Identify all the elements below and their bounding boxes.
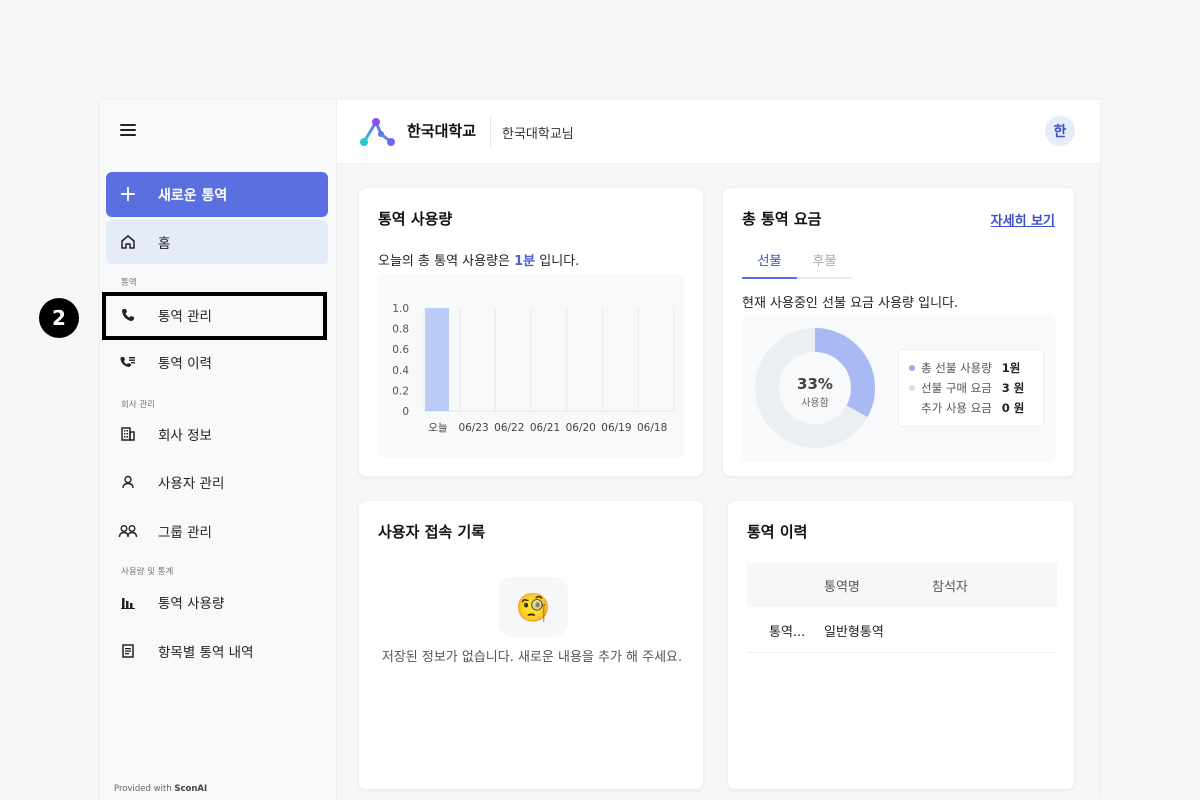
- x-tick-label: 오늘: [428, 422, 448, 434]
- logo-icon: [359, 116, 397, 148]
- y-tick-label: 0: [402, 406, 409, 418]
- monocle-face-icon: 🧐: [498, 577, 568, 637]
- group-icon: [106, 523, 150, 539]
- x-tick-label: 06/20: [566, 422, 596, 434]
- sidebar-item-home[interactable]: 홈: [106, 220, 328, 264]
- tab-prepaid[interactable]: 선불: [742, 250, 797, 279]
- fee-card: 총 통역 요금 자세히 보기 선불 후불 현재 사용중인 선불 요금 사용량 입…: [722, 187, 1075, 477]
- row-first-cell: 통역...: [769, 625, 806, 640]
- x-tick-label: 06/23: [458, 422, 488, 434]
- phone-list-icon: [106, 354, 150, 370]
- legend-dot: [909, 365, 915, 371]
- highlight-box: [102, 292, 327, 340]
- y-tick-label: 0.8: [392, 324, 409, 336]
- usage-chart-svg: 1.0 0.8 0.6 0.4 0.2 0 오늘 06/23 06/22 06/21 06/20 06…: [392, 303, 675, 434]
- access-log-card: 사용자 접속 기록 🧐 저장된 정보가 없습니다. 새로운 내용을 추가 해 주…: [358, 500, 704, 790]
- app-window: + 새로운 통역 홈 통역 통역 관리 통역 이력 회사 관리 회사 정보 사용…: [100, 100, 1100, 800]
- new-call-button[interactable]: + 새로운 통역: [106, 172, 328, 217]
- building-icon: [106, 426, 150, 442]
- section-label-stats: 사용량 및 통계: [121, 567, 174, 577]
- usage-chart: 1.0 0.8 0.6 0.4 0.2 0 오늘 06/23 06/22 06/21 06/20 06…: [378, 274, 684, 458]
- sidebar-item-group-manage[interactable]: 그룹 관리: [106, 509, 328, 553]
- provided-with: Provided with SconAI: [114, 784, 208, 794]
- sidebar-item-call-history[interactable]: 통역 이력: [106, 340, 328, 384]
- legend-row: 추가 사용 요금 0 원: [921, 401, 1025, 415]
- col-participants: 참석자: [932, 580, 968, 595]
- header-divider: [490, 116, 491, 148]
- header: 한국대학교 한국대학교님 한: [337, 100, 1100, 164]
- bar: [425, 308, 449, 411]
- x-tick-label: 06/19: [601, 422, 631, 434]
- x-tick-label: 06/22: [494, 422, 524, 434]
- y-tick-label: 0.2: [392, 385, 409, 397]
- usage-card: 통역 사용량 오늘의 총 통역 사용량은 1분 입니다. 1.0 0.8 0.6 0.…: [358, 187, 704, 477]
- donut-chart: 33% 사용함: [755, 328, 875, 448]
- donut-label: 사용함: [801, 397, 829, 409]
- sidebar-item-item-history[interactable]: 항목별 통역 내역: [106, 629, 328, 673]
- history-card: 통역 이력 통역명 참석자 통역... 일반형통역: [727, 500, 1075, 790]
- fee-card-title: 총 통역 요금: [742, 210, 822, 228]
- legend-row: 총 선불 사용량 1원: [909, 358, 1033, 378]
- avatar[interactable]: 한: [1045, 116, 1075, 146]
- y-tick-label: 1.0: [392, 303, 409, 315]
- history-card-title: 통역 이력: [747, 523, 808, 541]
- usage-card-title: 통역 사용량: [378, 210, 453, 228]
- fee-legend: 총 선불 사용량 1원 선불 구매 요금 3 원 추가 사용 요금 0 원: [898, 349, 1044, 427]
- legend-row: 선불 구매 요금 3 원: [909, 378, 1033, 398]
- section-label-company: 회사 관리: [121, 400, 155, 410]
- donut-percent: 33%: [797, 375, 833, 393]
- fee-description: 현재 사용중인 선불 요금 사용량 입니다.: [742, 296, 959, 311]
- plus-icon: +: [118, 182, 138, 207]
- empty-message: 저장된 정보가 없습니다. 새로운 내용을 추가 해 주세요.: [381, 650, 683, 665]
- usage-summary: 오늘의 총 통역 사용량은 1분 입니다.: [378, 254, 580, 269]
- section-label-call: 통역: [121, 278, 137, 288]
- donut-box: 33% 사용함 총 선불 사용량 1원 선불 구매 요금 3 원 추가 사용 요…: [742, 315, 1056, 462]
- sidebar-item-usage[interactable]: 통역 사용량: [106, 580, 328, 624]
- legend-dot: [909, 385, 915, 391]
- x-tick-label: 06/21: [530, 422, 560, 434]
- menu-icon[interactable]: [120, 124, 136, 138]
- user-icon: [106, 474, 150, 490]
- document-icon: [106, 643, 150, 659]
- row-name-cell: 일반형통역: [824, 625, 884, 640]
- y-tick-label: 0.4: [392, 365, 409, 377]
- org-name: 한국대학교: [407, 122, 477, 140]
- more-link[interactable]: 자세히 보기: [991, 210, 1055, 229]
- access-card-title: 사용자 접속 기록: [378, 523, 486, 541]
- x-tick-label: 06/18: [637, 422, 667, 434]
- sidebar-item-company-info[interactable]: 회사 정보: [106, 412, 328, 456]
- tab-postpaid[interactable]: 후불: [797, 250, 852, 279]
- table-header: 통역명 참석자: [747, 563, 1057, 607]
- home-icon: [106, 234, 150, 250]
- table-row[interactable]: 통역... 일반형통역: [747, 607, 1057, 653]
- y-tick-label: 0.6: [392, 344, 409, 356]
- user-name: 한국대학교님: [502, 127, 574, 142]
- sidebar: + 새로운 통역 홈 통역 통역 관리 통역 이력 회사 관리 회사 정보 사용…: [100, 100, 337, 800]
- col-name: 통역명: [824, 580, 860, 595]
- step-badge: 2: [39, 298, 79, 338]
- fee-tabs: 선불 후불: [742, 250, 852, 279]
- bar-chart-icon: [106, 594, 150, 610]
- sidebar-item-user-manage[interactable]: 사용자 관리: [106, 460, 328, 504]
